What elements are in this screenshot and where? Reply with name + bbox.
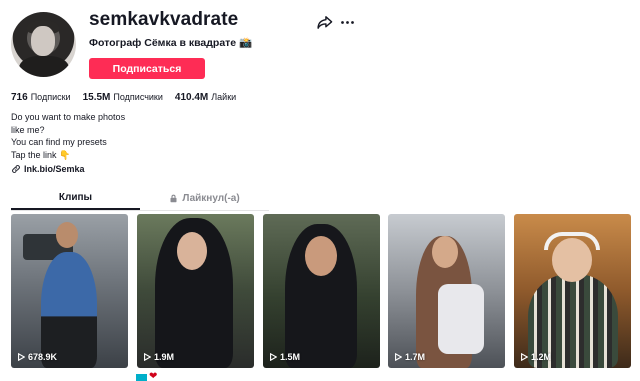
tab-liked[interactable]: Лайкнул(-а): [140, 187, 269, 210]
profile-avatar: [11, 12, 76, 77]
bio-line: like me?: [11, 124, 45, 135]
play-icon: [521, 353, 528, 361]
view-count: 1.2M: [520, 352, 551, 362]
caption-emoji-row: ❤: [136, 372, 157, 381]
video-thumbnail[interactable]: 1.9M: [137, 214, 254, 368]
video-thumbnail[interactable]: 1.5M: [263, 214, 380, 368]
following-stat[interactable]: 716 Подписки: [11, 92, 71, 103]
view-count: 1.7M: [394, 352, 425, 362]
play-icon: [395, 353, 402, 361]
profile-stats: 716 Подписки 15.5M Подписчики 410.4M Лайки: [11, 92, 236, 103]
play-icon: [18, 353, 25, 361]
kazakhstan-flag-icon: [136, 374, 147, 381]
profile-link[interactable]: lnk.bio/Semka: [11, 164, 85, 174]
bio-line: You can find my presets: [11, 137, 107, 147]
profile-username: semkavkvadrate: [89, 9, 239, 30]
video-grid: 678.9K 1.9M 1.5M 1.7M 1.2M: [11, 214, 631, 368]
lock-icon: [170, 194, 177, 203]
likes-stat: 410.4M Лайки: [174, 92, 237, 103]
view-count: 1.5M: [269, 352, 300, 362]
play-icon: [270, 353, 277, 361]
profile-subtitle: Фотограф Сёмка в квадрате 📸: [89, 37, 253, 49]
play-icon: [144, 353, 151, 361]
followers-stat[interactable]: 15.5M Подписчики: [83, 92, 163, 103]
video-thumbnail[interactable]: 678.9K: [11, 214, 128, 368]
video-thumbnail[interactable]: 1.2M: [514, 214, 631, 368]
tab-videos[interactable]: Клипы: [11, 187, 140, 210]
heart-icon: ❤: [149, 371, 158, 381]
bio-line: Tap the link 👇: [11, 149, 71, 160]
view-count: 678.9K: [17, 352, 57, 362]
follow-button[interactable]: Подписаться: [89, 58, 205, 79]
profile-tabs: Клипы Лайкнул(-а): [11, 187, 269, 211]
video-thumbnail[interactable]: 1.7M: [388, 214, 505, 368]
bio-line: Do you want to make photos: [11, 112, 126, 122]
link-text: lnk.bio/Semka: [24, 164, 85, 174]
share-icon[interactable]: [316, 14, 333, 31]
more-options-icon[interactable]: [340, 15, 355, 30]
view-count: 1.9M: [143, 352, 174, 362]
profile-bio: Do you want to make photos like me? You …: [11, 111, 125, 161]
link-icon: [12, 165, 20, 173]
